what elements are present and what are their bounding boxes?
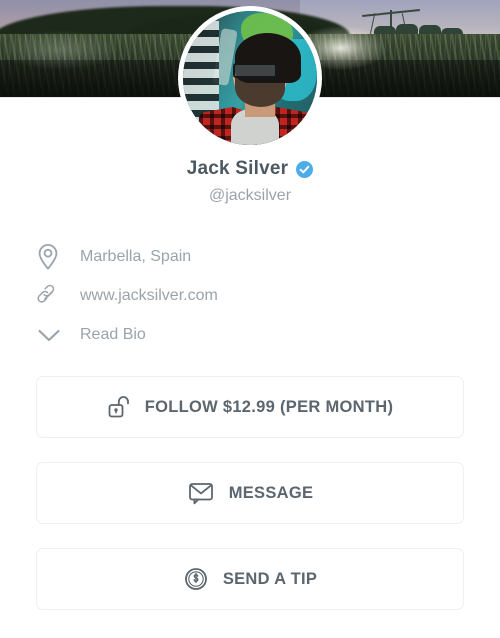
info-location-text: Marbella, Spain <box>80 247 192 265</box>
info-row-read-bio[interactable]: Read Bio <box>36 315 500 354</box>
message-button-label: MESSAGE <box>228 483 314 502</box>
chevron-down-icon[interactable] <box>36 325 70 345</box>
send-tip-button[interactable]: SEND A TIP <box>36 548 464 610</box>
envelope-message-icon <box>187 480 215 506</box>
unlock-padlock-icon <box>107 394 131 420</box>
profile-actions: FOLLOW $12.99 (PER MONTH) MESSAGE SEND A… <box>0 376 500 610</box>
profile-handle: @jacksilver <box>208 187 292 204</box>
info-row-location: Marbella, Spain <box>36 237 500 276</box>
avatar[interactable] <box>178 6 322 150</box>
avatar-glasses <box>233 63 277 78</box>
dollar-circle-icon <box>183 566 209 592</box>
location-pin-icon <box>36 243 70 271</box>
display-name-row: Jack Silver <box>0 158 500 180</box>
message-button[interactable]: MESSAGE <box>36 462 464 524</box>
info-read-bio-text: Read Bio <box>80 325 146 343</box>
send-tip-button-label: SEND A TIP <box>222 569 318 588</box>
profile-info-list: Marbella, Spain www.jacksilver.com Read … <box>0 237 500 354</box>
info-website-text: www.jacksilver.com <box>80 286 218 304</box>
profile-identity: Jack Silver @jacksilver <box>0 158 500 205</box>
info-row-website[interactable]: www.jacksilver.com <box>36 276 500 315</box>
follow-button[interactable]: FOLLOW $12.99 (PER MONTH) <box>36 376 464 438</box>
link-chain-icon <box>36 283 70 309</box>
cover-light-flare-left <box>0 30 120 70</box>
avatar-image <box>183 11 317 145</box>
page-title: Jack Silver <box>186 158 289 179</box>
verified-check-icon <box>296 160 314 178</box>
follow-button-label: FOLLOW $12.99 (PER MONTH) <box>144 397 394 416</box>
